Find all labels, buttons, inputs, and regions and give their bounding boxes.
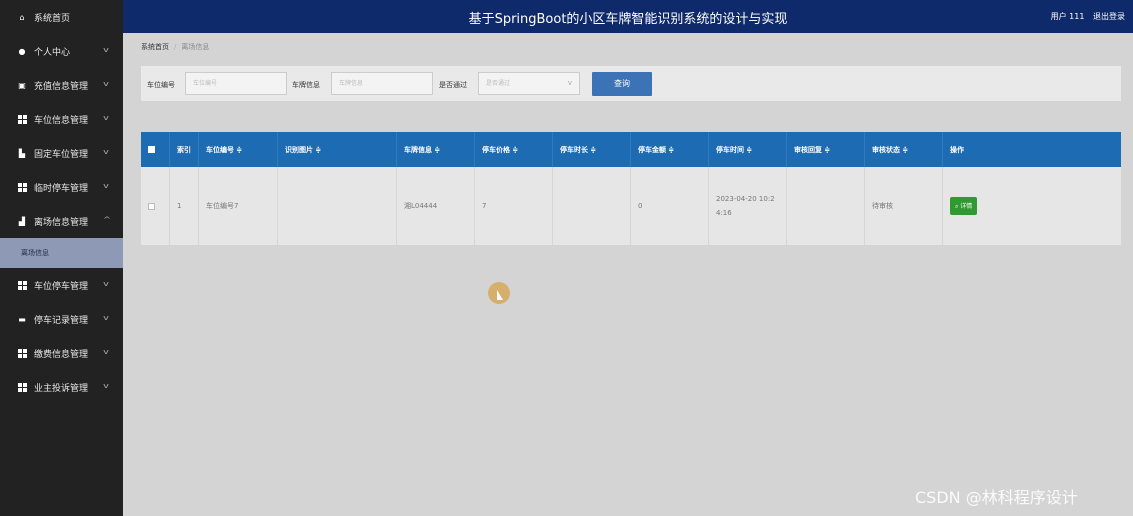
spot-number-label: 车位编号 xyxy=(147,81,175,89)
sidebar-item-label: 业主投诉管理 xyxy=(34,383,89,394)
column-header: 索引 xyxy=(170,132,199,167)
duration-cell xyxy=(553,167,631,245)
sidebar-item-spot-parking[interactable]: 车位停车管理 v xyxy=(0,268,123,302)
approved-select[interactable]: 是否通过 v xyxy=(478,72,580,95)
chevron-down-icon: v xyxy=(103,114,109,122)
approved-label: 是否通过 xyxy=(439,81,467,89)
select-all-cell xyxy=(141,132,170,167)
column-header[interactable]: 停车价格 ≑ xyxy=(475,132,553,167)
plate-cell: 湘L04444 xyxy=(397,167,475,245)
index-cell: 1 xyxy=(170,167,199,245)
user-area: 用户 111 退出登录 xyxy=(1051,11,1125,22)
sidebar-item-fixed-spot[interactable]: ▙ 固定车位管理 v xyxy=(0,136,123,170)
sidebar-item-complaint[interactable]: 业主投诉管理 v xyxy=(0,370,123,404)
sidebar-item-recharge[interactable]: ▣ 充值信息管理 v xyxy=(0,68,123,102)
table-header: 索引 车位编号 ≑ 识别图片 ≑ 车牌信息 ≑ 停车价格 ≑ 停车时长 ≑ 停车… xyxy=(141,132,1121,167)
bar-chart-icon: ▟ xyxy=(18,216,26,226)
sidebar-item-label: 车位停车管理 xyxy=(34,281,89,292)
chevron-down-icon: v xyxy=(567,79,572,87)
page-title: 基于SpringBoot的小区车牌智能识别系统的设计与实现 xyxy=(468,12,788,27)
image-cell xyxy=(278,167,397,245)
amount-cell: 0 xyxy=(631,167,709,245)
approved-select-value: 是否通过 xyxy=(486,80,511,87)
detail-button[interactable]: ⌕ 详情 xyxy=(950,197,978,215)
sidebar-item-label: 停车记录管理 xyxy=(34,315,89,326)
grid-icon xyxy=(17,280,27,290)
sidebar-item-label: 固定车位管理 xyxy=(34,149,89,160)
sidebar-item-label: 系统首页 xyxy=(34,13,71,24)
select-all-checkbox[interactable] xyxy=(148,146,155,153)
column-header[interactable]: 停车时间 ≑ xyxy=(709,132,787,167)
clipboard-icon: ▣ xyxy=(18,80,26,90)
row-checkbox[interactable] xyxy=(148,202,155,210)
chevron-down-icon: v xyxy=(103,280,109,288)
breadcrumb-current: 离场信息 xyxy=(181,43,210,51)
sidebar-item-personal-center[interactable]: ● 个人中心 v xyxy=(0,34,123,68)
chevron-down-icon: v xyxy=(103,314,109,322)
plate-label: 车牌信息 xyxy=(292,81,320,89)
sidebar: ⌂ 系统首页 ● 个人中心 v ▣ 充值信息管理 v 车位信息管理 v ▙ 固定… xyxy=(0,0,123,516)
spot-number-cell: 车位编号7 xyxy=(199,167,278,245)
sidebar-subitem-departure-info[interactable]: 离场信息 xyxy=(0,238,123,268)
watermark: CSDN @林科程序设计 xyxy=(915,488,1078,507)
ticket-icon: ▬ xyxy=(18,314,26,324)
column-header[interactable]: 停车金额 ≑ xyxy=(631,132,709,167)
chevron-down-icon: v xyxy=(103,182,109,190)
column-header[interactable]: 停车时长 ≑ xyxy=(553,132,631,167)
data-table: 索引 车位编号 ≑ 识别图片 ≑ 车牌信息 ≑ 停车价格 ≑ 停车时长 ≑ 停车… xyxy=(141,132,1121,245)
home-icon: ⌂ xyxy=(19,12,25,22)
top-header: 基于SpringBoot的小区车牌智能识别系统的设计与实现 用户 111 退出登… xyxy=(123,0,1133,33)
grid-icon xyxy=(17,348,27,358)
cursor-arrow-icon xyxy=(497,290,503,300)
sidebar-item-label: 个人中心 xyxy=(34,47,71,58)
grid-icon xyxy=(17,182,27,192)
column-header: 操作 xyxy=(950,145,964,154)
username: 用户 111 xyxy=(1050,12,1085,21)
search-button[interactable]: 查询 xyxy=(592,72,652,96)
sidebar-item-label: 车位信息管理 xyxy=(34,115,89,126)
row-select-cell xyxy=(141,167,170,245)
sidebar-item-departure[interactable]: ▟ 离场信息管理 ^ xyxy=(0,204,123,238)
status-cell: 待审核 xyxy=(865,167,943,245)
sidebar-item-parking-record[interactable]: ▬ 停车记录管理 v xyxy=(0,302,123,336)
chevron-down-icon: v xyxy=(103,80,109,88)
sidebar-item-parking-spot[interactable]: 车位信息管理 v xyxy=(0,102,123,136)
search-bar: 车位编号 车位编号 车牌信息 车牌信息 是否通过 是否通过 v 查询 xyxy=(141,66,1121,101)
user-icon: ● xyxy=(18,46,26,56)
action-cell: ⌕ 详情 xyxy=(943,167,1121,245)
chevron-down-icon: v xyxy=(103,348,109,356)
chevron-up-icon: ^ xyxy=(102,216,112,224)
table-row: 1 车位编号7 湘L04444 7 0 2023-04-20 10:2 4:16… xyxy=(141,167,1121,245)
column-header[interactable]: 车位编号 ≑ xyxy=(199,132,278,167)
sidebar-item-temp-parking[interactable]: 临时停车管理 v xyxy=(0,170,123,204)
grid-icon xyxy=(17,382,27,392)
sidebar-item-label: 缴费信息管理 xyxy=(34,349,89,360)
sidebar-item-label: 临时停车管理 xyxy=(34,183,89,194)
column-header[interactable]: 审核回复 ≑ xyxy=(787,132,865,167)
column-header[interactable]: 审核状态 ≑ xyxy=(865,132,943,167)
detail-button-label: 详情 xyxy=(960,203,973,210)
sidebar-item-label: 充值信息管理 xyxy=(34,81,89,92)
chevron-down-icon: v xyxy=(103,46,109,54)
grid-icon xyxy=(17,114,27,124)
time-cell: 2023-04-20 10:2 4:16 xyxy=(709,167,787,245)
breadcrumb-home[interactable]: 系统首页 xyxy=(141,43,169,51)
reply-cell xyxy=(787,167,865,245)
spot-number-input[interactable]: 车位编号 xyxy=(185,72,287,95)
sidebar-subitem-label: 离场信息 xyxy=(21,249,49,257)
logout-link[interactable]: 退出登录 xyxy=(1093,12,1125,21)
breadcrumb-separator: / xyxy=(174,43,177,51)
sidebar-item-home[interactable]: ⌂ 系统首页 xyxy=(0,0,123,34)
column-header[interactable]: 车牌信息 ≑ xyxy=(397,132,475,167)
book-icon: ▙ xyxy=(18,148,26,158)
sidebar-item-payment[interactable]: 缴费信息管理 v xyxy=(0,336,123,370)
chevron-down-icon: v xyxy=(103,382,109,390)
price-cell: 7 xyxy=(475,167,553,245)
chevron-down-icon: v xyxy=(103,148,109,156)
column-header[interactable]: 识别图片 ≑ xyxy=(278,132,397,167)
sidebar-item-label: 离场信息管理 xyxy=(34,217,89,228)
breadcrumb: 系统首页 / 离场信息 xyxy=(141,42,209,52)
plate-input[interactable]: 车牌信息 xyxy=(331,72,433,95)
